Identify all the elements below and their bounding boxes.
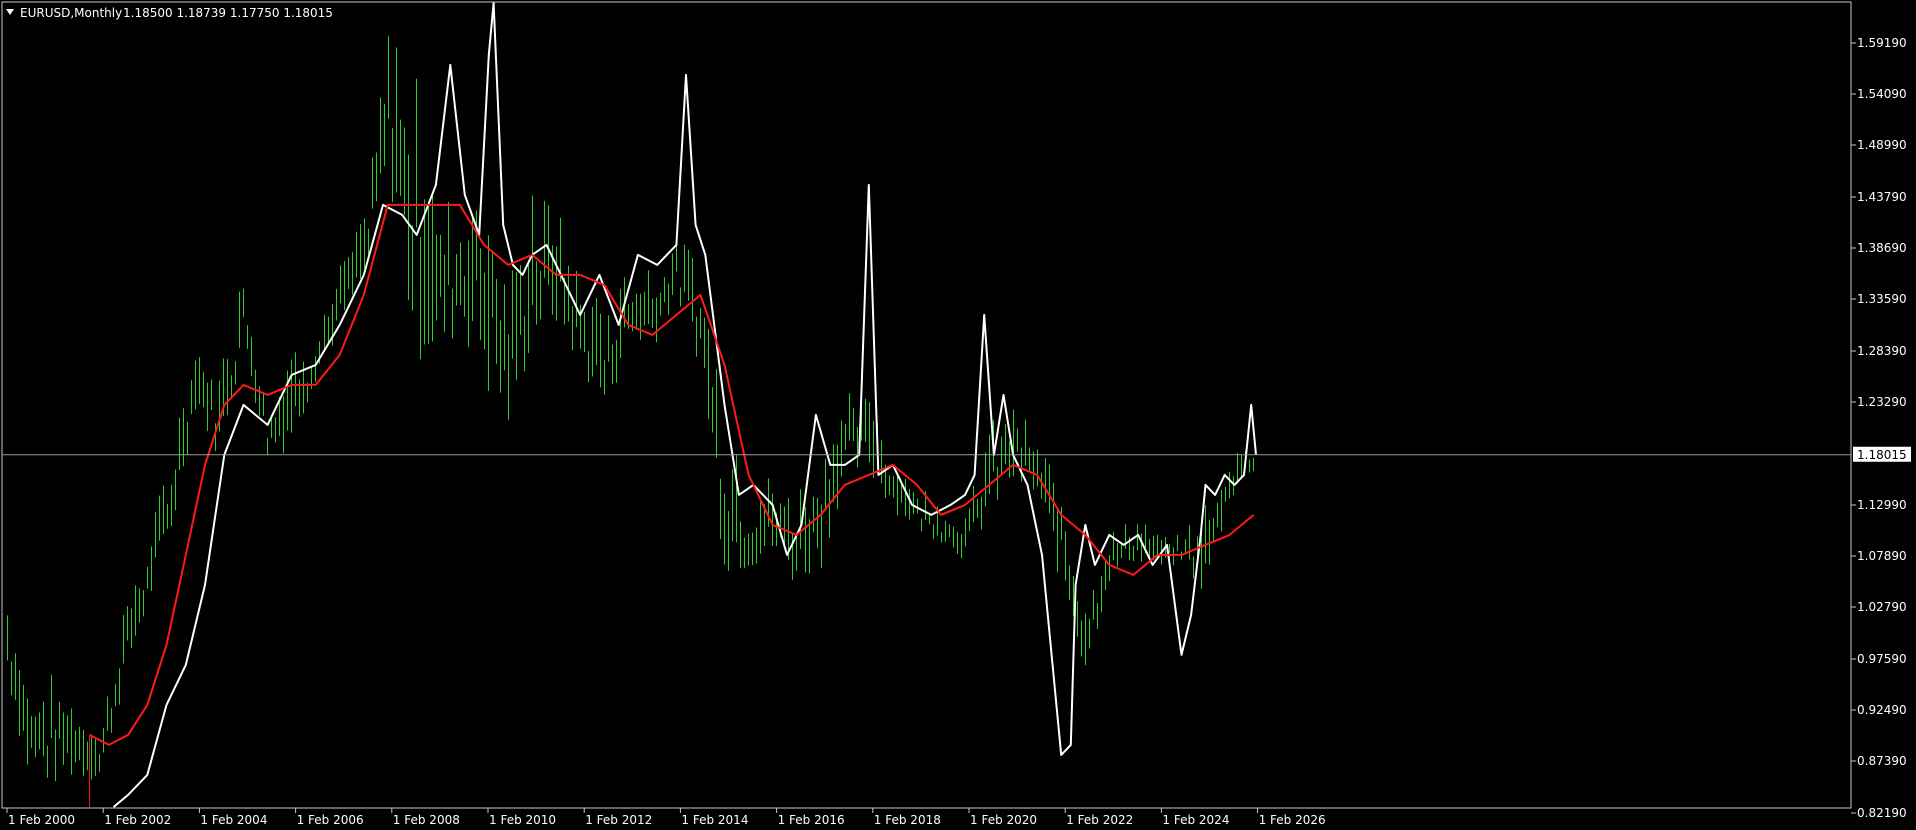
y-tick-label: 1.59190	[1857, 36, 1907, 50]
y-tick-label: 1.54090	[1857, 87, 1907, 101]
x-tick-label: 1 Feb 2000	[8, 813, 75, 827]
y-tick-label: 1.28390	[1857, 344, 1907, 358]
y-tick-label: 1.38690	[1857, 241, 1907, 255]
x-tick-label: 1 Feb 2024	[1162, 813, 1229, 827]
x-tick-label: 1 Feb 2014	[681, 813, 748, 827]
x-tick-label: 1 Feb 2016	[778, 813, 845, 827]
y-tick-label: 1.48990	[1857, 138, 1907, 152]
x-tick-label: 1 Feb 2022	[1066, 813, 1133, 827]
time-axis[interactable]: 1 Feb 2000 1 Feb 2002 1 Feb 2004 1 Feb 2006…	[6, 808, 1326, 827]
x-tick-label: 1 Feb 2012	[585, 813, 652, 827]
y-tick-label: 0.87390	[1857, 754, 1907, 768]
chart-ohlc-values: 1.18500 1.18739 1.17750 1.18015	[123, 6, 333, 20]
y-tick-label: 1.23290	[1857, 395, 1907, 409]
y-tick-label: 1.12990	[1857, 498, 1907, 512]
current-price-label: 1.18015	[1857, 448, 1907, 462]
x-tick-label: 1 Feb 2008	[393, 813, 460, 827]
y-tick-label: 1.02790	[1857, 600, 1907, 614]
y-tick-label: 1.33590	[1857, 292, 1907, 306]
x-tick-label: 1 Feb 2004	[200, 813, 267, 827]
y-tick-label: 0.97590	[1857, 652, 1907, 666]
x-tick-label: 1 Feb 2006	[297, 813, 364, 827]
x-tick-label: 1 Feb 2020	[970, 813, 1037, 827]
chart-symbol-title: EURUSD,Monthly	[20, 6, 122, 20]
chart-canvas[interactable]: 1.59190 1.54090 1.48990 1.43790 1.38690 1.335…	[0, 0, 1916, 830]
x-tick-label: 1 Feb 2026	[1259, 813, 1326, 827]
y-tick-label: 1.43790	[1857, 190, 1907, 204]
y-tick-label: 1.07890	[1857, 549, 1907, 563]
chart-window[interactable]: 1.59190 1.54090 1.48990 1.43790 1.38690 1.335…	[0, 0, 1916, 830]
y-tick-label: 0.92490	[1857, 703, 1907, 717]
price-axis[interactable]: 1.59190 1.54090 1.48990 1.43790 1.38690 1.335…	[1851, 36, 1907, 820]
x-tick-label: 1 Feb 2010	[489, 813, 556, 827]
y-tick-label: 0.82190	[1857, 806, 1907, 820]
x-tick-label: 1 Feb 2002	[104, 813, 171, 827]
x-tick-label: 1 Feb 2018	[874, 813, 941, 827]
